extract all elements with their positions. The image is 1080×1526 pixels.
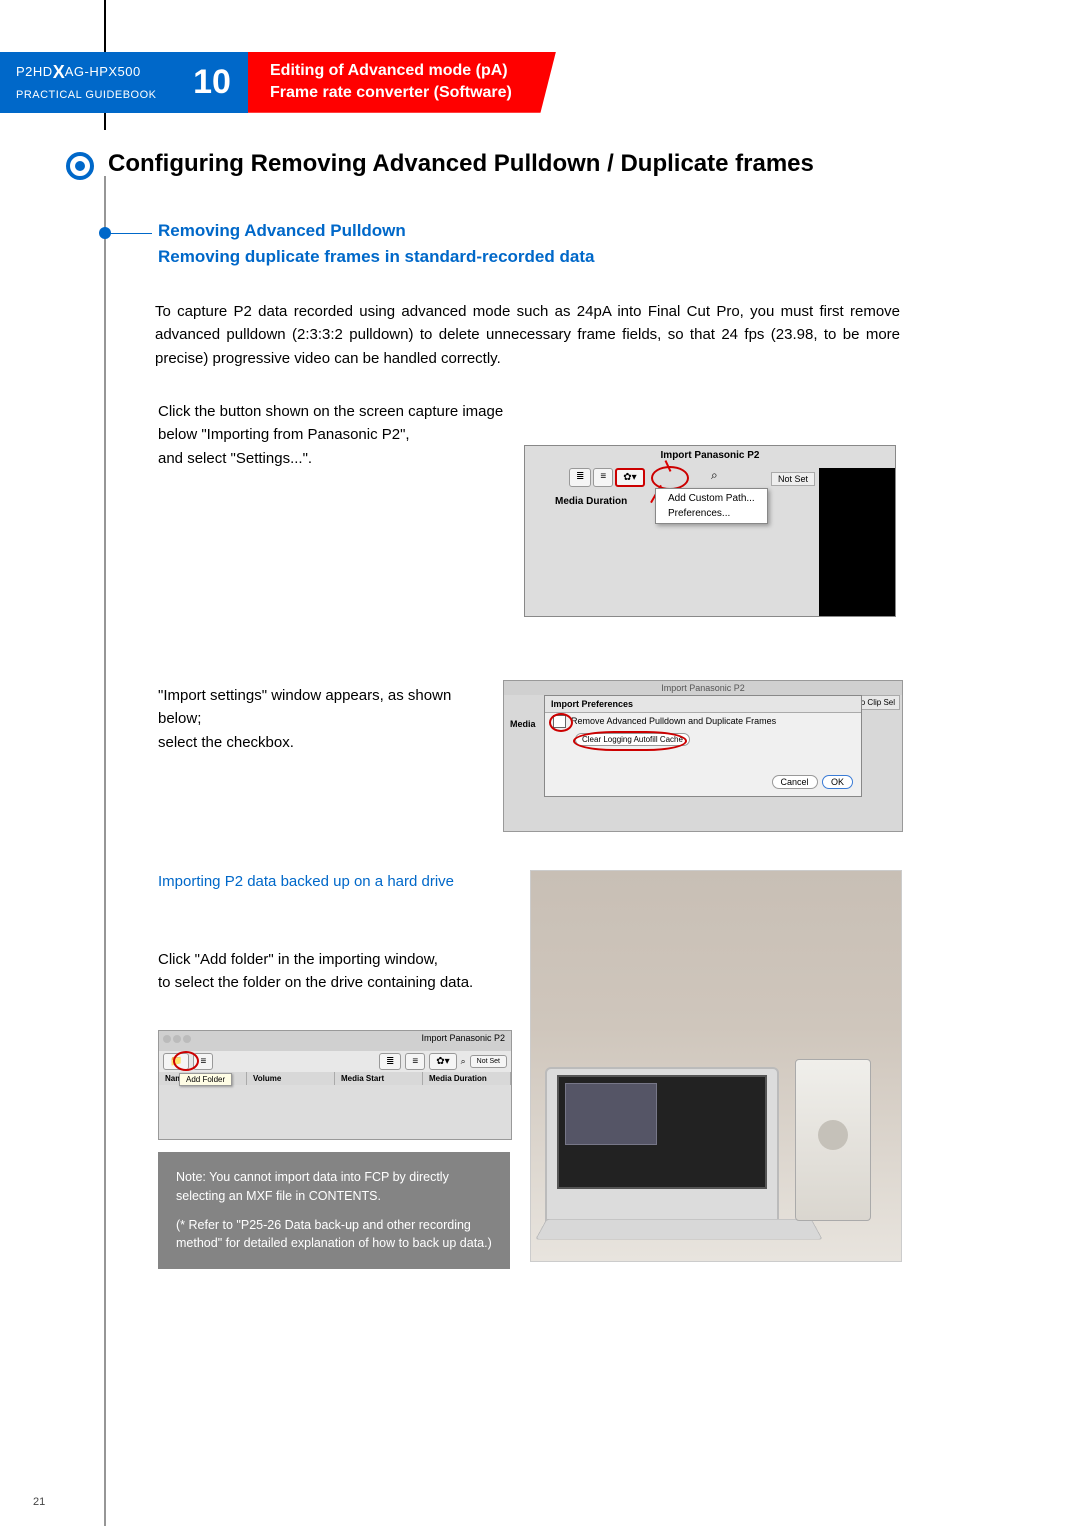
callout-oval (573, 731, 687, 751)
chapter-number: 10 (176, 52, 248, 113)
checkbox-row: Remove Advanced Pulldown and Duplicate F… (545, 713, 861, 729)
dropdown-menu: Add Custom Path... Preferences... (655, 488, 768, 524)
gear-icon: ✿▾ (615, 468, 644, 487)
col: Media Start (335, 1072, 423, 1085)
list-icon: ≡ (405, 1053, 425, 1070)
sub-heading-import-hdd: Importing P2 data backed up on a hard dr… (158, 870, 454, 893)
divider (104, 176, 106, 1526)
fig-title: Import Panasonic P2 (159, 1031, 511, 1051)
sub-heading-pulldown: Removing Advanced Pulldown Removing dupl… (158, 218, 594, 269)
screenshot-import-menu: Import Panasonic P2 ≣ ≡ ✿▾ ⌕ Not Set Med… (524, 445, 896, 617)
callout-oval (651, 466, 689, 490)
step-3-text: Click "Add folder" in the importing wind… (158, 948, 518, 995)
step-1-text: Click the button shown on the screen cap… (158, 400, 510, 470)
traffic-lights-icon (163, 1035, 191, 1043)
bullet-icon (66, 152, 94, 180)
gear-icon: ✿▾ (429, 1053, 456, 1070)
menu-item: Add Custom Path... (656, 491, 767, 506)
menu-item: Preferences... (656, 506, 767, 521)
screenshot-add-folder: Import Panasonic P2 📁 ≡ ≣ ≡ ✿▾ ⌕ Not Set… (158, 1030, 512, 1140)
col: Media Duration (423, 1072, 511, 1085)
cancel-button: Cancel (772, 775, 818, 789)
t: "Import settings" window appears, as sho… (158, 687, 451, 727)
step-2-text: "Import settings" window appears, as sho… (158, 684, 498, 754)
page-title: Configuring Removing Advanced Pulldown /… (108, 150, 814, 178)
magnify-icon: ⌕ (461, 1056, 466, 1067)
button-row: Cancel OK (772, 772, 853, 790)
product-line-1: P2HDXAG-HPX500 (16, 62, 176, 83)
brand-box: P2HDXAG-HPX500 PRACTICAL GUIDEBOOK (0, 52, 176, 113)
callout-oval (549, 713, 573, 732)
power-button-icon (818, 1120, 848, 1150)
fig-title: Import Panasonic P2 (525, 450, 895, 461)
chapter-title-2: Frame rate converter (Software) (270, 82, 512, 104)
note-text-2: (* Refer to "P25-26 Data back-up and oth… (176, 1216, 492, 1254)
window-title: Import Preferences (545, 696, 861, 713)
toolbar: 📁 ≡ ≣ ≡ ✿▾ ⌕ Not Set (159, 1051, 511, 1072)
col-media-duration: Media Duration (555, 496, 627, 507)
page-number: 21 (33, 1496, 45, 1508)
brand-model: AG-HPX500 (65, 64, 141, 79)
ok-button: OK (822, 775, 853, 789)
add-folder-tooltip: Add Folder (179, 1073, 232, 1086)
magnify-icon: ⌕ (711, 468, 718, 483)
note-box: Note: You cannot import data into FCP by… (158, 1152, 510, 1269)
t: select the checkbox. (158, 734, 294, 751)
sub-heading-line2: Removing duplicate frames in standard-re… (158, 244, 594, 270)
hard-drive-illustration (795, 1059, 871, 1221)
intro-paragraph: To capture P2 data recorded using advanc… (155, 300, 900, 370)
laptop-base (535, 1219, 823, 1240)
photo-laptop-hdd (530, 870, 902, 1262)
list-icon: ≣ (379, 1053, 401, 1070)
screenshot-import-prefs: Import Panasonic P2 Media No Clip Sel Im… (503, 680, 903, 832)
prefs-window: Import Preferences Remove Advanced Pulld… (544, 695, 862, 797)
media-label: Media (510, 719, 536, 729)
t: Click the button shown on the screen cap… (158, 403, 503, 420)
connector-line (108, 233, 152, 234)
not-set-label: Not Set (470, 1055, 507, 1068)
header: P2HDXAG-HPX500 PRACTICAL GUIDEBOOK 10 Ed… (0, 52, 556, 113)
note-text-1: Note: You cannot import data into FCP by… (176, 1168, 492, 1206)
checkbox-label: Remove Advanced Pulldown and Duplicate F… (571, 716, 776, 726)
preview-pane (819, 468, 895, 616)
t: and select "Settings...". (158, 450, 312, 467)
laptop-screen (557, 1075, 767, 1189)
t: to select the folder on the drive contai… (158, 974, 473, 991)
brand-p2hd: P2HD (16, 64, 53, 79)
chapter-title: Editing of Advanced mode (pA) Frame rate… (248, 52, 556, 113)
list-icon: ≣ (569, 468, 591, 487)
t: below "Importing from Panasonic P2", (158, 426, 410, 443)
col: Volume (247, 1072, 335, 1085)
thumbnail (565, 1083, 657, 1145)
product-line-2: PRACTICAL GUIDEBOOK (16, 89, 176, 101)
t: Click "Add folder" in the importing wind… (158, 951, 438, 968)
x-icon: X (53, 62, 65, 82)
not-set-label: Not Set (771, 472, 815, 486)
toolbar-icons: ≣ ≡ ✿▾ (569, 468, 645, 487)
laptop-illustration (545, 1067, 779, 1221)
chapter-title-1: Editing of Advanced mode (pA) (270, 60, 512, 82)
list-icon: ≡ (593, 468, 613, 487)
callout-oval (173, 1051, 199, 1071)
fig-title: Import Panasonic P2 (504, 681, 902, 695)
sub-heading-line1: Removing Advanced Pulldown (158, 218, 594, 244)
